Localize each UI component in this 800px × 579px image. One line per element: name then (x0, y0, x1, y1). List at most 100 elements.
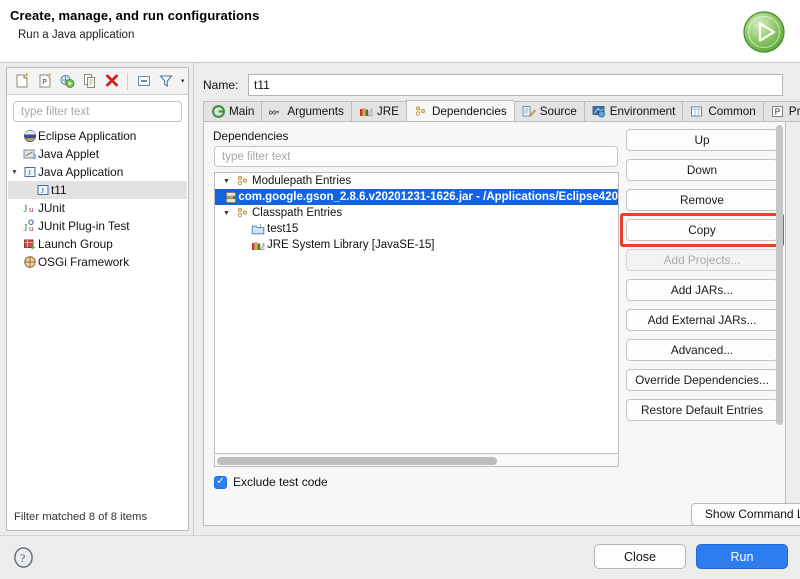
footer-buttons: Close Run (594, 544, 788, 569)
twisty-expanded[interactable]: ▼ (219, 178, 234, 185)
up-button[interactable]: Up (626, 129, 778, 151)
tab-source[interactable]: Source (513, 101, 584, 122)
dep-row-label: Classpath Entries (252, 207, 343, 219)
dialog-footer: ? Close Run (0, 535, 800, 579)
jre-books-icon (359, 105, 373, 119)
tree-item-osgi-framework[interactable]: OSGi Framework (8, 253, 187, 271)
tab-label: Dependencies (431, 104, 507, 118)
arguments-xequals-icon: (x)= (269, 105, 283, 119)
scrollbar-thumb[interactable] (776, 125, 783, 425)
tree-item-t11[interactable]: J t11 (8, 181, 187, 199)
tab-jre[interactable]: JRE (350, 101, 406, 122)
show-command-line-button[interactable]: Show Command Line (690, 502, 800, 526)
button-slot: Advanced... (626, 339, 778, 361)
exclude-test-code-row[interactable]: ✓ Exclude test code (214, 475, 328, 489)
configuration-editor-panel: Name: Main (x)= (193, 63, 800, 535)
copy-button[interactable]: Copy (626, 219, 778, 241)
configurations-panel: P ▾ type filter text Eclipse Application… (6, 67, 189, 531)
new-prototype-icon[interactable]: P (33, 70, 55, 93)
tree-item-java-application[interactable]: ▼ J Java Application (8, 163, 187, 181)
tree-item-junit-plugin-test[interactable]: J u JUnit Plug-in Test (8, 217, 187, 235)
button-slot: Up (626, 129, 778, 151)
run-configurations-dialog: Create, manage, and run configurations R… (0, 0, 800, 579)
tab-content-vertical-scrollbar[interactable] (776, 125, 783, 520)
tab-environment[interactable]: Environment (583, 101, 683, 122)
page-subtitle: Run a Java application (18, 29, 135, 41)
dialog-header: Create, manage, and run configurations R… (0, 0, 800, 63)
new-config-icon[interactable] (11, 70, 33, 93)
duplicate-icon[interactable] (78, 70, 100, 93)
twisty-expanded[interactable]: ▼ (8, 169, 21, 176)
tab-prototype[interactable]: P Prototype (762, 101, 800, 122)
java-application-icon: J (21, 165, 38, 179)
dependencies-section-label: Dependencies (213, 129, 289, 143)
tab-label: Arguments (287, 105, 344, 118)
button-slot: Remove (626, 189, 778, 211)
tab-label: Common (708, 105, 756, 118)
tree-item-label: JUnit (38, 201, 65, 215)
dep-row-label: test15 (267, 223, 299, 235)
help-question-icon[interactable]: ? (12, 546, 35, 569)
tab-bar: Main (x)= Arguments JRE Dependencies Sou… (203, 100, 800, 122)
tree-item-eclipse-application[interactable]: Eclipse Application (8, 127, 187, 145)
java-application-icon: J (34, 183, 51, 197)
tree-item-launch-group[interactable]: Launch Group (8, 235, 187, 253)
dependencies-button-column: Up Down Remove Copy Add Projects... Add … (620, 129, 784, 429)
name-input[interactable] (248, 73, 783, 96)
svg-text:J: J (33, 155, 36, 161)
add-jars-button[interactable]: Add JARs... (626, 279, 778, 301)
collapse-all-icon[interactable] (132, 70, 154, 93)
button-slot: Override Dependencies... (626, 369, 778, 391)
tab-arguments[interactable]: (x)= Arguments (261, 101, 351, 122)
tree-item-junit[interactable]: J u JUnit (8, 199, 187, 217)
page-title: Create, manage, and run configurations (10, 8, 260, 23)
export-icon[interactable] (56, 70, 78, 93)
dep-row-classpath-entries[interactable]: ▼ Classpath Entries (215, 205, 618, 221)
button-slot: Copy (620, 213, 784, 247)
dep-row-test15[interactable]: J test15 (215, 221, 618, 237)
close-button[interactable]: Close (594, 544, 686, 569)
twisty-expanded[interactable]: ▼ (219, 210, 234, 217)
filter-status-text: Filter matched 8 of 8 items (14, 511, 148, 523)
tab-label: Environment (609, 105, 676, 118)
common-table-icon (690, 105, 704, 119)
classpath-icon (234, 175, 252, 188)
scrollbar-thumb[interactable] (217, 457, 497, 465)
svg-text:J: J (41, 186, 44, 195)
configurations-filter-input[interactable] (13, 101, 182, 122)
add-projects-button[interactable]: Add Projects... (626, 249, 778, 271)
dependencies-horizontal-scrollbar[interactable] (214, 455, 619, 467)
tree-item-java-applet[interactable]: J Java Applet (8, 145, 187, 163)
java-project-icon: J (249, 223, 267, 236)
tab-main[interactable]: Main (203, 101, 262, 122)
name-row: Name: (203, 73, 783, 96)
advanced-button[interactable]: Advanced... (626, 339, 778, 361)
dialog-body: P ▾ type filter text Eclipse Application… (0, 63, 800, 579)
button-slot: Add JARs... (626, 279, 778, 301)
jar-icon: 010 (224, 191, 238, 204)
tab-common[interactable]: Common (682, 101, 763, 122)
svg-text:J: J (23, 204, 27, 215)
tree-item-label: Launch Group (38, 237, 113, 251)
chevron-down-icon[interactable]: ▾ (177, 70, 188, 93)
dep-row-gson-jar[interactable]: 010 com.google.gson_2.8.6.v20201231-1626… (215, 189, 618, 205)
exclude-test-code-checkbox[interactable]: ✓ (214, 475, 227, 489)
remove-button[interactable]: Remove (626, 189, 778, 211)
tab-dependencies[interactable]: Dependencies (405, 100, 514, 122)
jre-books-icon (249, 239, 267, 252)
down-button[interactable]: Down (626, 159, 778, 181)
override-dependencies-button[interactable]: Override Dependencies... (626, 369, 778, 391)
delete-red-x-icon[interactable] (101, 70, 123, 93)
restore-default-entries-button[interactable]: Restore Default Entries (626, 399, 778, 421)
dep-row-jre-system-library[interactable]: JRE System Library [JavaSE-15] (215, 237, 618, 253)
dependencies-tree: ▼ Modulepath Entries 010 com.google.gson… (214, 172, 619, 454)
dependencies-filter-input[interactable] (214, 146, 618, 167)
add-external-jars-button[interactable]: Add External JARs... (626, 309, 778, 331)
dep-row-modulepath-entries[interactable]: ▼ Modulepath Entries (215, 173, 618, 189)
svg-text:P: P (42, 79, 47, 86)
apply-button-row: Show Command Line Revert Apply (387, 497, 800, 531)
run-button[interactable]: Run (696, 544, 788, 569)
dep-row-label: JRE System Library [JavaSE-15] (267, 239, 435, 251)
filter-funnel-icon[interactable] (155, 70, 177, 93)
svg-text:J: J (259, 224, 261, 229)
